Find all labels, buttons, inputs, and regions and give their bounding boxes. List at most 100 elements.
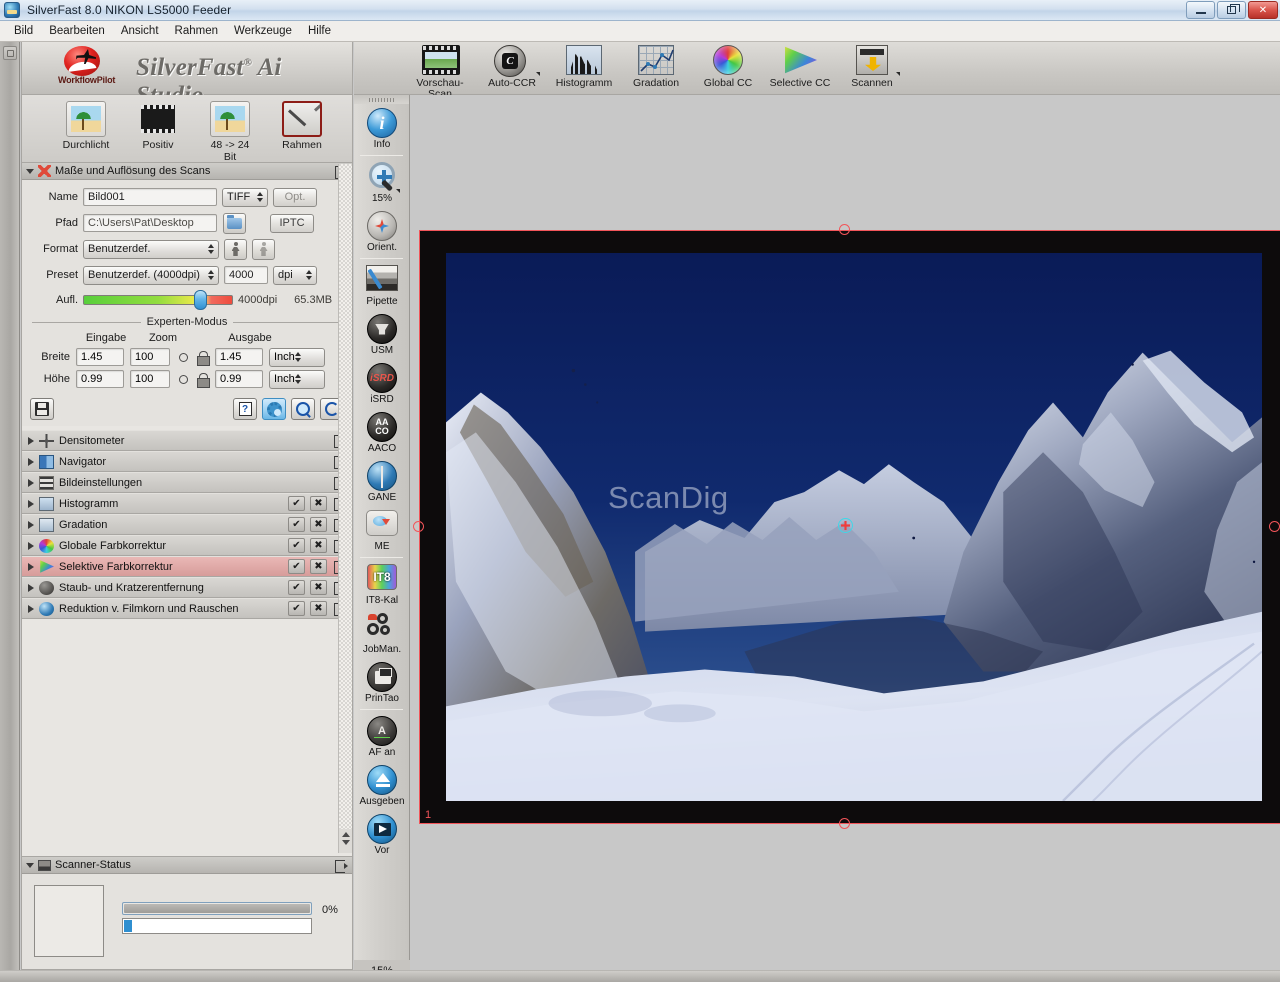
name-input[interactable]: Bild001 [83, 188, 217, 206]
width-output-field[interactable]: 1.45 [215, 348, 263, 366]
tool-row-gradation[interactable]: Gradation ✔ ✖ [22, 514, 352, 535]
popout-icon[interactable] [335, 859, 348, 873]
tool-row-histogramm[interactable]: Histogramm ✔ ✖ [22, 493, 352, 514]
dock-item-it8-kal[interactable]: IT8 IT8-Kal [354, 560, 409, 609]
mode-durchlicht[interactable]: Durchlicht [60, 101, 112, 151]
mode-bitdepth[interactable]: 48 -> 24 Bit [204, 101, 256, 163]
chevron-right-icon[interactable] [28, 604, 34, 613]
mode-positiv[interactable]: Positiv [132, 101, 184, 151]
dock-item-usm[interactable]: USM [354, 310, 409, 359]
dock-item-af[interactable]: A AF an [354, 712, 409, 761]
format-type-select[interactable]: TIFF [222, 187, 268, 207]
chevron-right-icon[interactable] [28, 478, 34, 487]
scan-section-header[interactable]: Maße und Auflösung des Scans [22, 163, 352, 180]
densitometer-crosshair-icon[interactable] [838, 518, 853, 533]
chevron-right-icon[interactable] [28, 541, 34, 550]
padlock-icon[interactable] [196, 350, 210, 366]
toolbar-auto-ccr[interactable]: C Auto-CCR [478, 42, 546, 89]
help-button[interactable]: ? [233, 398, 257, 420]
toolbar-scannen[interactable]: Scannen [838, 42, 906, 89]
iptc-button[interactable]: IPTC [270, 213, 314, 233]
path-input[interactable]: C:\Users\Pat\Desktop [83, 214, 217, 232]
disable-button[interactable]: ✖ [310, 580, 327, 595]
chevron-right-icon[interactable] [28, 457, 34, 466]
height-input-field[interactable]: 0.99 [76, 370, 124, 388]
preview-area[interactable]: ScanDig 1 [411, 95, 1280, 970]
minimize-button[interactable] [1186, 1, 1215, 19]
bottom-center-handle[interactable] [839, 818, 850, 829]
tool-row-bildeinstellungen[interactable]: Bildeinstellungen [22, 472, 352, 493]
dock-toggle-button[interactable] [3, 46, 17, 60]
enable-button[interactable]: ✔ [288, 538, 305, 553]
dock-item-printao[interactable]: PrinTao [354, 658, 409, 707]
dock-item-pipette[interactable]: Pipette [354, 261, 409, 310]
enable-button[interactable]: ✔ [288, 559, 305, 574]
left-center-handle[interactable] [413, 521, 424, 532]
dock-item-isrd[interactable]: iSRD iSRD [354, 359, 409, 408]
dock-item-zoom[interactable]: 15% [354, 158, 409, 207]
chevron-right-icon[interactable] [28, 436, 34, 445]
menu-hilfe[interactable]: Hilfe [300, 23, 339, 39]
dock-item-vor[interactable]: Vor [354, 810, 409, 859]
toolbar-global-cc[interactable]: Global CC [694, 42, 762, 89]
maximize-button[interactable] [1217, 1, 1246, 19]
width-unit-select[interactable]: Inch [269, 347, 325, 367]
menu-bearbeiten[interactable]: Bearbeiten [41, 23, 113, 39]
scroll-up-icon[interactable] [341, 832, 350, 837]
dock-item-aaco[interactable]: AA CO AACO [354, 408, 409, 457]
mode-rahmen[interactable]: Rahmen [276, 101, 328, 151]
disable-button[interactable]: ✖ [310, 538, 327, 553]
browse-folder-button[interactable] [223, 212, 246, 234]
menu-bild[interactable]: Bild [6, 23, 41, 39]
dock-item-jobman[interactable]: JobMan. [354, 609, 409, 658]
top-center-handle[interactable] [839, 224, 850, 235]
toolbar-vorschau-scan[interactable]: Vorschau-Scan [406, 42, 474, 100]
width-input-field[interactable]: 1.45 [76, 348, 124, 366]
chain-link-icon[interactable] [176, 352, 190, 362]
menu-werkzeuge[interactable]: Werkzeuge [226, 23, 300, 39]
menu-rahmen[interactable]: Rahmen [167, 23, 226, 39]
resolution-slider-knob[interactable] [193, 290, 207, 310]
padlock-icon[interactable] [196, 372, 210, 388]
height-output-field[interactable]: 0.99 [215, 370, 263, 388]
height-unit-select[interactable]: Inch [269, 369, 325, 389]
chain-link-icon[interactable] [176, 374, 190, 384]
toolbar-histogramm[interactable]: Histogramm [550, 42, 618, 89]
chevron-down-icon[interactable] [26, 168, 34, 174]
chevron-right-icon[interactable] [28, 499, 34, 508]
settings-button[interactable] [262, 398, 286, 420]
menu-ansicht[interactable]: Ansicht [113, 23, 167, 39]
right-center-handle[interactable] [1269, 521, 1280, 532]
zoom-preview-button[interactable] [291, 398, 315, 420]
disable-button[interactable]: ✖ [310, 559, 327, 574]
enable-button[interactable]: ✔ [288, 496, 305, 511]
tool-row-filmkorn-rauschen[interactable]: Reduktion v. Filmkorn und Rauschen ✔ ✖ [22, 598, 352, 619]
height-zoom-field[interactable]: 100 [130, 370, 170, 388]
width-zoom-field[interactable]: 100 [130, 348, 170, 366]
preset-select[interactable]: Benutzerdef. (4000dpi) [83, 265, 219, 285]
chevron-right-icon[interactable] [28, 562, 34, 571]
format-select[interactable]: Benutzerdef. [83, 239, 219, 259]
scanner-status-header[interactable]: Scanner-Status [22, 857, 352, 874]
dpi-unit-select[interactable]: dpi [273, 265, 317, 285]
tool-row-navigator[interactable]: Navigator [22, 451, 352, 472]
tool-row-densitometer[interactable]: Densitometer [22, 430, 352, 451]
chevron-right-icon[interactable] [28, 583, 34, 592]
enable-button[interactable]: ✔ [288, 517, 305, 532]
tool-row-staub-kratzer[interactable]: Staub- und Kratzerentfernung ✔ ✖ [22, 577, 352, 598]
scan-frame-selection[interactable]: 1 [419, 230, 1280, 824]
disable-button[interactable]: ✖ [310, 601, 327, 616]
scroll-down-icon[interactable] [341, 840, 350, 845]
toolbar-selective-cc[interactable]: Selective CC [766, 42, 834, 89]
dock-item-orient[interactable]: Orient. [354, 207, 409, 256]
portrait-orientation-button[interactable] [224, 238, 247, 260]
panel-scroll-arrows[interactable] [338, 829, 352, 853]
toolbar-gradation[interactable]: Gradation [622, 42, 690, 89]
close-button[interactable]: ✕ [1248, 1, 1278, 19]
dock-item-info[interactable]: i Info [354, 104, 409, 153]
dock-grip[interactable] [354, 95, 409, 104]
chevron-right-icon[interactable] [28, 520, 34, 529]
landscape-orientation-button[interactable] [252, 238, 275, 260]
dpi-input[interactable]: 4000 [224, 266, 268, 284]
dock-item-me[interactable]: ME [354, 506, 409, 555]
